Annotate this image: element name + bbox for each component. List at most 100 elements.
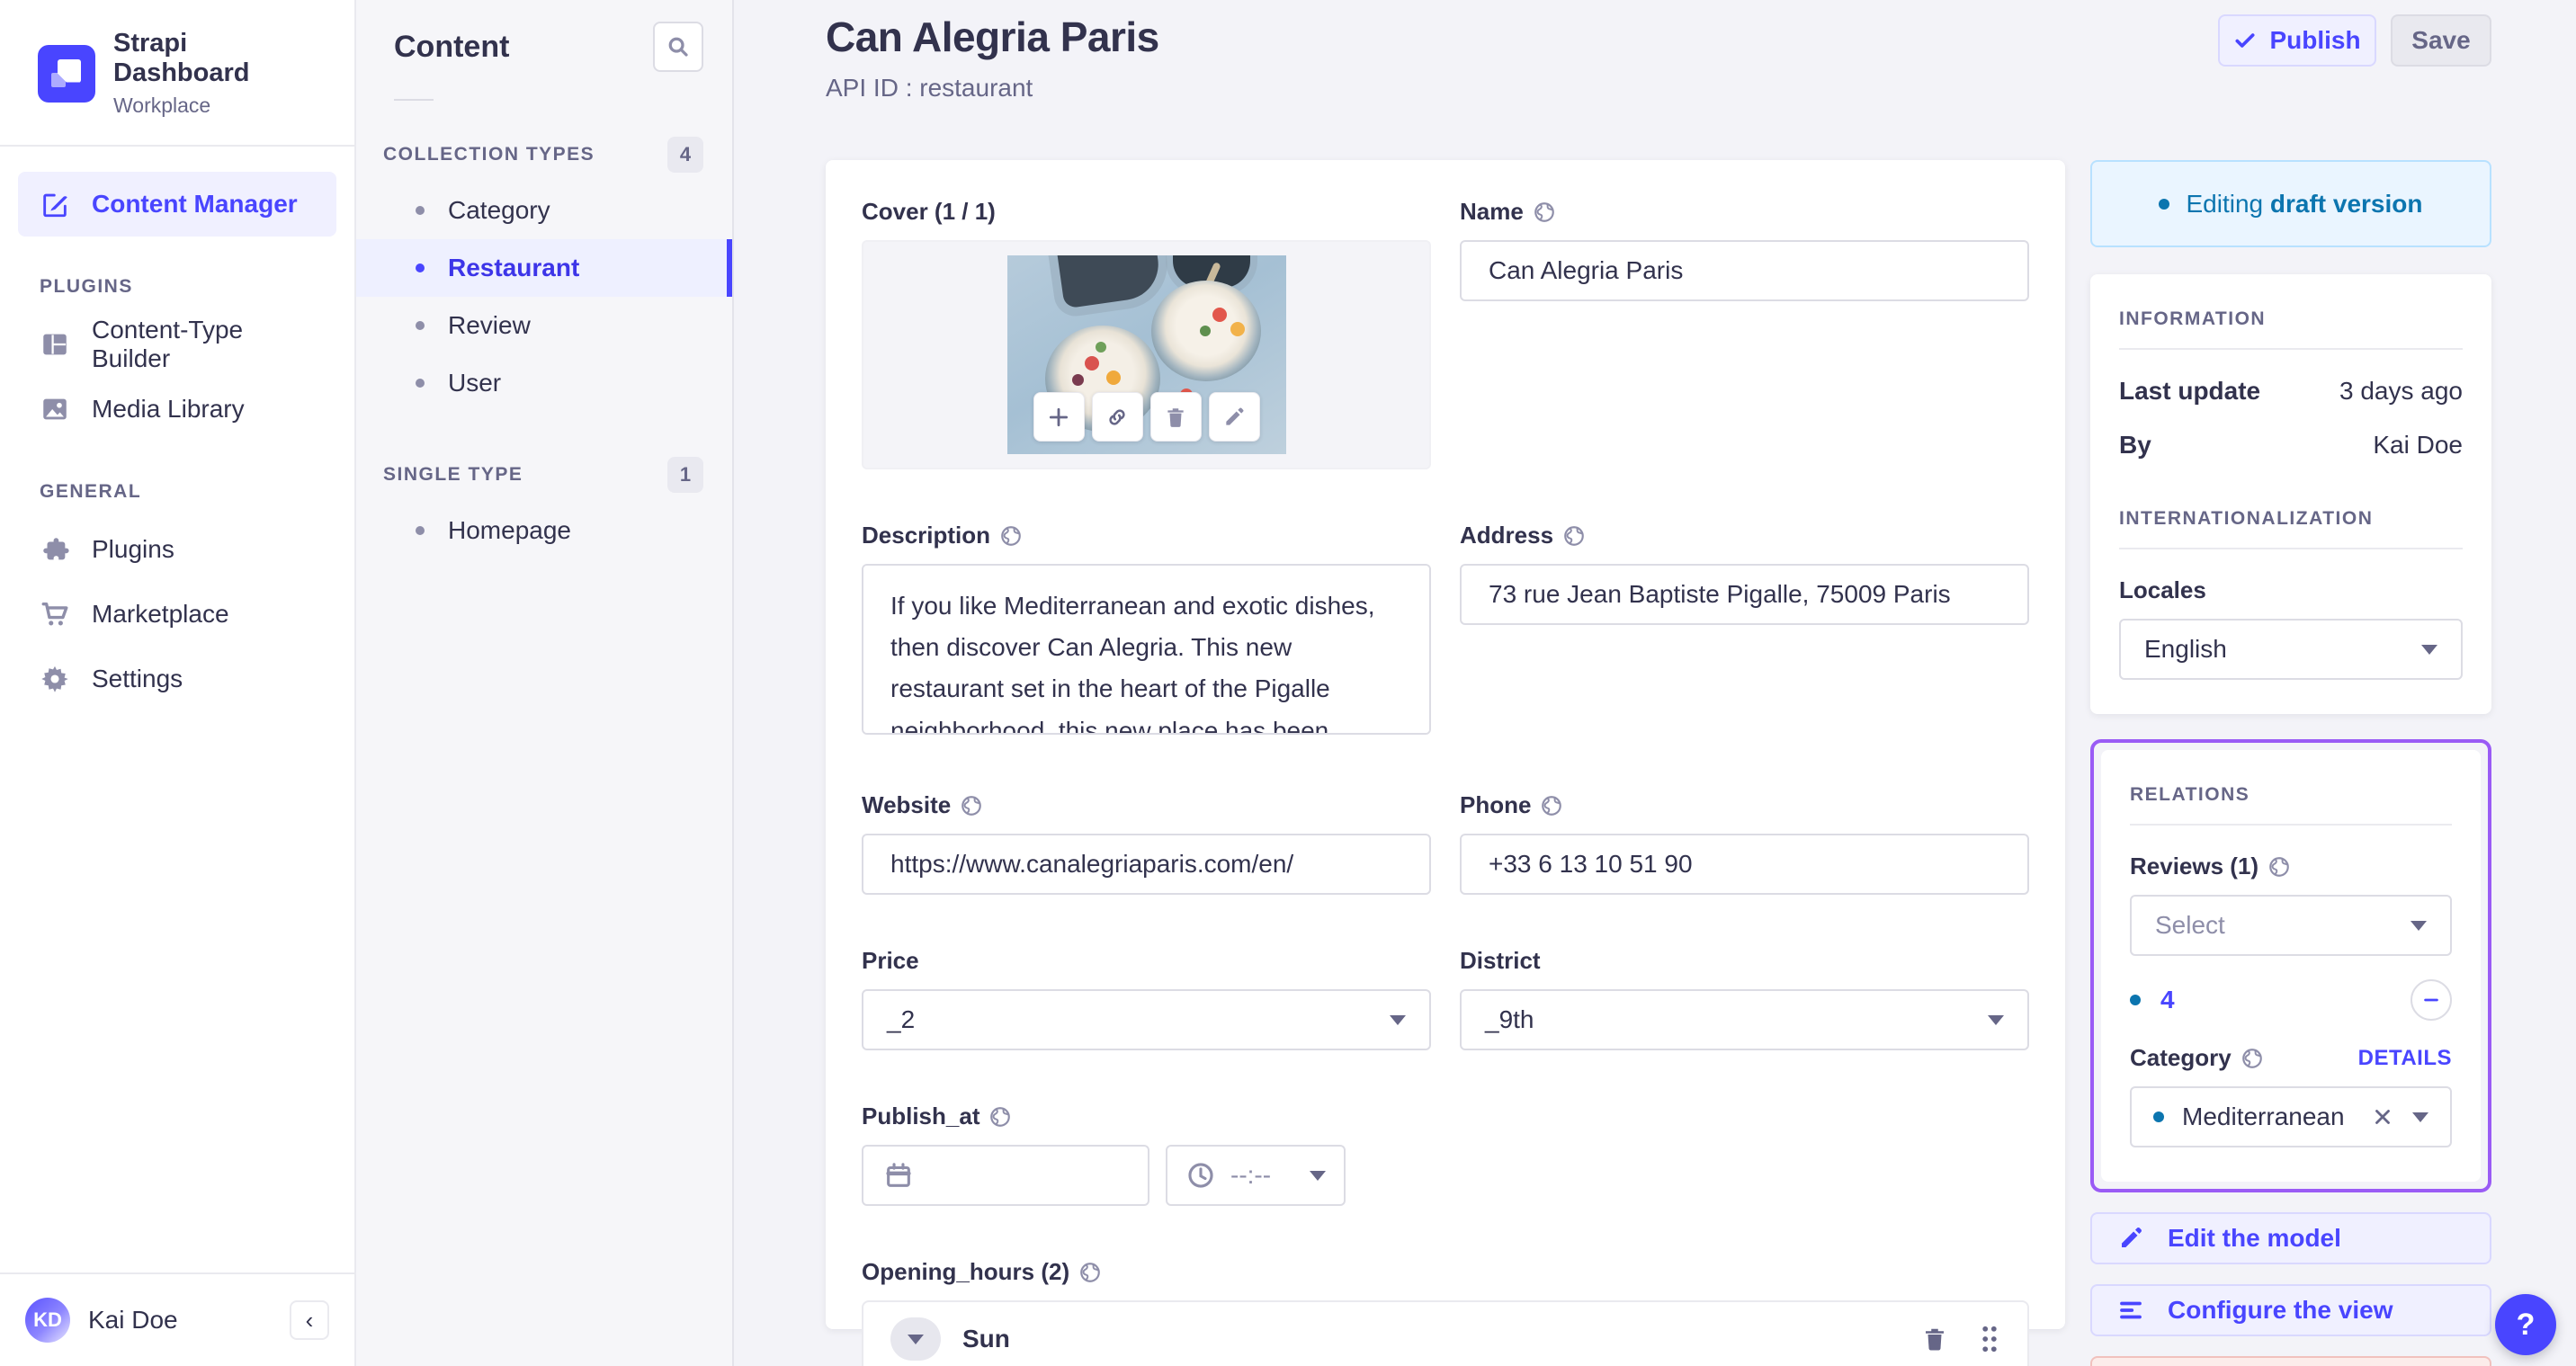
status-dot: [2153, 1112, 2164, 1122]
locale-select[interactable]: English: [2119, 619, 2463, 680]
globe-icon: [1533, 201, 1556, 224]
relations-card: RELATIONS Reviews (1) Select 4 Category …: [2101, 750, 2481, 1182]
globe-icon: [1562, 524, 1586, 548]
chevron-down-icon: [2421, 644, 2437, 655]
subnav-item-user[interactable]: User: [356, 354, 732, 412]
help-button[interactable]: ?: [2495, 1294, 2556, 1355]
puzzle-icon: [40, 534, 70, 565]
chevron-down-icon: [1390, 1014, 1406, 1025]
layout-grid-icon: [40, 329, 70, 360]
address-input[interactable]: [1460, 564, 2029, 625]
nav-item-media-library[interactable]: Media Library: [18, 377, 336, 442]
subnav-item-label: Homepage: [448, 516, 571, 544]
publish-date-input[interactable]: [862, 1145, 1149, 1206]
nav-item-plugins[interactable]: Plugins: [18, 517, 336, 582]
publish-button[interactable]: Publish: [2218, 14, 2376, 67]
divider: [394, 99, 434, 101]
details-link[interactable]: DETAILS: [2358, 1046, 2452, 1071]
divider: [2130, 824, 2452, 826]
accordion-toggle-button[interactable]: [890, 1317, 941, 1361]
internationalization-heading: INTERNATIONALIZATION: [2119, 508, 2374, 529]
district-select[interactable]: _9th: [1460, 989, 2029, 1050]
relations-heading: RELATIONS: [2130, 784, 2250, 805]
remove-relation-button[interactable]: [2411, 979, 2452, 1021]
nav-item-label: Content Manager: [92, 190, 298, 218]
relation-item-label[interactable]: 4: [2160, 986, 2411, 1014]
bullet-dot: [416, 526, 425, 535]
globe-icon: [1540, 794, 1563, 817]
description-field-label: Description: [862, 522, 1431, 549]
divider: [2119, 348, 2463, 350]
category-label: Category: [2130, 1044, 2264, 1072]
district-field-label: District: [1460, 947, 1541, 974]
bullet-dot: [416, 263, 425, 272]
plus-icon: [1047, 406, 1070, 429]
edit-media-button[interactable]: [1208, 392, 1260, 442]
chevron-down-icon: [2412, 1112, 2428, 1122]
nav-item-marketplace[interactable]: Marketplace: [18, 582, 336, 647]
price-field-label: Price: [862, 947, 919, 974]
reviews-select[interactable]: Select: [2130, 895, 2452, 956]
edit-model-button[interactable]: Edit the model: [2090, 1212, 2491, 1264]
user-name[interactable]: Kai Doe: [88, 1306, 272, 1335]
bullet-dot: [416, 379, 425, 388]
globe-icon: [988, 1105, 1012, 1129]
category-relation-chip[interactable]: Mediterranean: [2130, 1086, 2452, 1147]
chevron-down-icon: [2411, 920, 2427, 931]
phone-input[interactable]: [1460, 834, 2029, 895]
subnav-item-restaurant[interactable]: Restaurant: [356, 239, 732, 297]
brand-subtitle: Workplace: [113, 94, 211, 117]
search-button[interactable]: [653, 22, 703, 72]
copy-link-button[interactable]: [1091, 392, 1143, 442]
subnav-item-category[interactable]: Category: [356, 182, 732, 239]
pencil-icon: [2117, 1225, 2144, 1252]
save-button[interactable]: Save: [2391, 14, 2491, 67]
nav-section-general: GENERAL: [40, 481, 142, 502]
by-label: By: [2119, 431, 2151, 459]
description-textarea[interactable]: If you like Mediterranean and exotic dis…: [862, 564, 1431, 735]
avatar: KD: [25, 1298, 70, 1343]
last-update-label: Last update: [2119, 377, 2261, 405]
drag-handle-icon[interactable]: [1979, 1325, 2000, 1353]
delete-entry-button[interactable]: [2090, 1356, 2491, 1366]
configure-view-button[interactable]: Configure the view: [2090, 1284, 2491, 1336]
name-field-label: Name: [1460, 198, 2029, 226]
trash-icon: [1164, 406, 1187, 429]
price-select[interactable]: _2: [862, 989, 1431, 1050]
clock-icon: [1185, 1160, 1216, 1191]
collapse-sidebar-button[interactable]: ‹: [290, 1300, 329, 1340]
subnav-title: Content: [394, 29, 510, 64]
category-value: Mediterranean: [2182, 1103, 2345, 1130]
subnav-item-label: User: [448, 369, 502, 397]
website-input[interactable]: [862, 834, 1431, 895]
calendar-icon: [883, 1160, 914, 1191]
reviews-label: Reviews (1): [2130, 853, 2452, 880]
page-title: Can Alegria Paris: [826, 13, 1159, 60]
subnav-item-homepage[interactable]: Homepage: [356, 502, 732, 559]
chevron-down-icon: [1988, 1014, 2004, 1025]
brand[interactable]: Strapi Dashboard Workplace: [0, 0, 354, 147]
last-update-value: 3 days ago: [2339, 377, 2463, 405]
search-icon: [665, 33, 692, 60]
trash-icon[interactable]: [1921, 1326, 1948, 1353]
accordion-title[interactable]: Sun: [962, 1325, 1900, 1353]
nav-item-content-manager[interactable]: Content Manager: [18, 172, 336, 237]
picture-icon: [40, 394, 70, 424]
delete-media-button[interactable]: [1149, 392, 1202, 442]
content-subnav: Content COLLECTION TYPES 4 Category Rest…: [356, 0, 734, 1366]
close-icon[interactable]: [2371, 1105, 2394, 1129]
nav-item-content-type-builder[interactable]: Content-Type Builder: [18, 312, 336, 377]
status-dot: [2130, 995, 2141, 1005]
nav-item-settings[interactable]: Settings: [18, 647, 336, 711]
shopping-cart-icon: [40, 599, 70, 629]
nav-item-label: Marketplace: [92, 600, 229, 628]
subnav-item-label: Review: [448, 311, 531, 339]
subnav-item-review[interactable]: Review: [356, 297, 732, 354]
nav-item-label: Settings: [92, 665, 183, 692]
cover-media-field[interactable]: [862, 240, 1431, 469]
add-media-button[interactable]: [1033, 392, 1085, 442]
bullet-dot: [416, 206, 425, 215]
opening-hours-field-label: Opening_hours (2): [862, 1258, 2029, 1286]
name-input[interactable]: [1460, 240, 2029, 301]
publish-time-input[interactable]: --:--: [1166, 1145, 1346, 1206]
